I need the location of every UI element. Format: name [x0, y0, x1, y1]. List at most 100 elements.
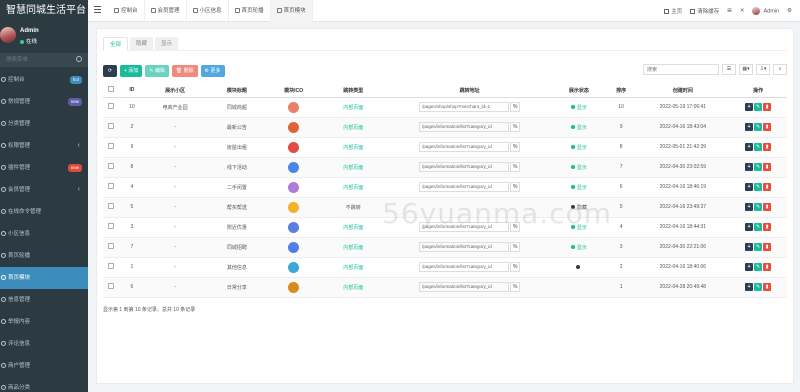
sidebar-item[interactable]: 插件管理 new: [0, 157, 88, 179]
delete-icon[interactable]: ▮: [763, 163, 772, 171]
status-tab[interactable]: 全部: [103, 37, 129, 51]
column-header[interactable]: ID: [119, 84, 145, 98]
home-link[interactable]: 主页: [664, 7, 682, 15]
edit-icon[interactable]: ✎: [754, 103, 763, 111]
sidebar-item[interactable]: 首页模块: [0, 267, 88, 289]
advanced-search-button[interactable]: ⌕: [773, 64, 787, 75]
row-checkbox[interactable]: [108, 123, 115, 129]
row-checkbox[interactable]: [108, 263, 115, 269]
link-icon[interactable]: %: [510, 162, 521, 172]
url-field[interactable]: /pages/information/list?category_id: [419, 282, 510, 292]
status-badge[interactable]: 显示: [577, 225, 587, 231]
link-icon[interactable]: %: [510, 122, 521, 132]
status-badge[interactable]: 显示: [577, 185, 587, 191]
module-icon[interactable]: [288, 121, 300, 133]
link-icon[interactable]: %: [510, 142, 521, 152]
delete-icon[interactable]: ▮: [763, 263, 772, 271]
table-row[interactable]: 8- 线下活动 内部页面/pages/information/list?catego…: [103, 157, 787, 178]
refresh-button[interactable]: ⟳: [103, 65, 117, 77]
drag-handle-icon[interactable]: +: [745, 183, 754, 191]
export-button[interactable]: ⇩▾: [756, 64, 770, 75]
sidebar-item[interactable]: 常规管理 new: [0, 91, 88, 113]
sidebar-item[interactable]: 举报内容: [0, 311, 88, 333]
link-icon[interactable]: %: [510, 222, 521, 232]
add-button[interactable]: + 添加: [120, 65, 143, 77]
table-row[interactable]: 3- 附近优惠 内部页面/pages/information/list?catego…: [103, 217, 787, 238]
status-badge[interactable]: 显示: [577, 125, 587, 131]
delete-icon[interactable]: ▮: [763, 103, 772, 111]
columns-button[interactable]: ▦▾: [739, 64, 753, 75]
delete-icon[interactable]: ▮: [763, 143, 772, 151]
url-field[interactable]: /pages/shop/shop?merchant_id=1: [419, 102, 510, 112]
module-icon[interactable]: [288, 181, 300, 193]
settings-icon[interactable]: ⚙: [787, 8, 792, 14]
delete-icon[interactable]: ▮: [763, 183, 772, 191]
user-menu[interactable]: Admin: [752, 7, 779, 15]
table-row[interactable]: 6- 日常分享 内部页面/pages/information/list?catego…: [103, 277, 787, 298]
column-header[interactable]: 展示小区: [144, 84, 206, 98]
module-icon[interactable]: [288, 201, 300, 213]
clear-cache-link[interactable]: 清除缓存: [690, 7, 719, 15]
column-header[interactable]: 跳转类型: [319, 84, 388, 98]
table-row[interactable]: 1- 其他信息 内部页面/pages/information/list?catego…: [103, 257, 787, 278]
nav-tab[interactable]: 首页轮播: [229, 0, 271, 22]
delete-icon[interactable]: ▮: [763, 123, 772, 131]
status-tab[interactable]: 显示: [155, 37, 179, 51]
status-tab[interactable]: 隐藏: [130, 37, 154, 51]
url-field[interactable]: /pages/information/list?category_id: [419, 182, 510, 192]
status-badge[interactable]: 显示: [577, 245, 587, 251]
module-icon[interactable]: [288, 261, 300, 273]
sidebar-item[interactable]: 在线命令管理: [0, 201, 88, 223]
column-header[interactable]: 展示状态: [552, 84, 606, 98]
column-header[interactable]: 操作: [729, 84, 787, 98]
drag-handle-icon[interactable]: +: [745, 203, 754, 211]
delete-icon[interactable]: ▮: [763, 283, 772, 291]
table-row[interactable]: 2- 最新公告 内部页面/pages/information/list?catego…: [103, 117, 787, 138]
sidebar-item[interactable]: 首页轮播: [0, 245, 88, 267]
drag-handle-icon[interactable]: +: [745, 123, 754, 131]
row-checkbox[interactable]: [108, 283, 115, 289]
delete-icon[interactable]: ▮: [763, 203, 772, 211]
table-row[interactable]: 5- 帮买帮送 不跳转 隐藏 5 2022-04-16 23:49:37 + ✎ ▮: [103, 197, 787, 218]
delete-icon[interactable]: ▮: [763, 223, 772, 231]
sidebar-item[interactable]: 小区信息: [0, 223, 88, 245]
sidebar-search-input[interactable]: [0, 53, 70, 67]
delete-icon[interactable]: ▮: [763, 243, 772, 251]
module-icon[interactable]: [288, 161, 300, 173]
url-field[interactable]: /pages/information/list?category_id: [419, 242, 510, 252]
drag-handle-icon[interactable]: +: [745, 243, 754, 251]
column-header[interactable]: 模块ICO: [267, 84, 320, 98]
sidebar-item[interactable]: 分类管理: [0, 113, 88, 135]
select-all-checkbox[interactable]: [108, 86, 115, 93]
edit-icon[interactable]: ✎: [754, 203, 763, 211]
nav-tab[interactable]: 会员管理: [145, 0, 187, 22]
delete-button[interactable]: 🗑 删除: [171, 65, 198, 77]
table-row[interactable]: 9- 房屋出租 内部页面/pages/information/list?catego…: [103, 137, 787, 158]
column-header[interactable]: 跳转地址: [387, 84, 553, 98]
edit-icon[interactable]: ✎: [754, 243, 763, 251]
nav-tab[interactable]: 首页模块: [270, 0, 313, 22]
more-button[interactable]: ⚙ 更多: [200, 65, 225, 77]
url-field[interactable]: /pages/information/list?category_id: [419, 142, 510, 152]
status-badge[interactable]: 显示: [577, 145, 587, 151]
sidebar-item[interactable]: 权限管理 ‹: [0, 135, 88, 157]
row-checkbox[interactable]: [108, 203, 115, 209]
edit-icon[interactable]: ✎: [754, 183, 763, 191]
table-search-input[interactable]: [643, 64, 719, 75]
column-header[interactable]: 模块标题: [205, 84, 268, 98]
module-icon[interactable]: [288, 241, 300, 253]
edit-icon[interactable]: ✎: [754, 223, 763, 231]
url-field[interactable]: /pages/information/list?category_id: [419, 222, 510, 232]
drag-handle-icon[interactable]: +: [745, 223, 754, 231]
status-badge[interactable]: 显示: [577, 105, 587, 111]
row-checkbox[interactable]: [108, 223, 115, 229]
column-header[interactable]: 创建时间: [636, 84, 730, 98]
drag-handle-icon[interactable]: +: [745, 143, 754, 151]
row-checkbox[interactable]: [108, 183, 115, 189]
sidebar-item[interactable]: 会员管理 ‹: [0, 179, 88, 201]
search-icon[interactable]: [76, 56, 82, 62]
drag-handle-icon[interactable]: +: [745, 103, 754, 111]
menu-toggle-icon[interactable]: [94, 6, 101, 13]
table-row[interactable]: 10 电商产业园 同城商超 内部页面/pages/shop/shop?merchant…: [103, 97, 787, 118]
status-badge[interactable]: 隐藏: [577, 205, 587, 211]
